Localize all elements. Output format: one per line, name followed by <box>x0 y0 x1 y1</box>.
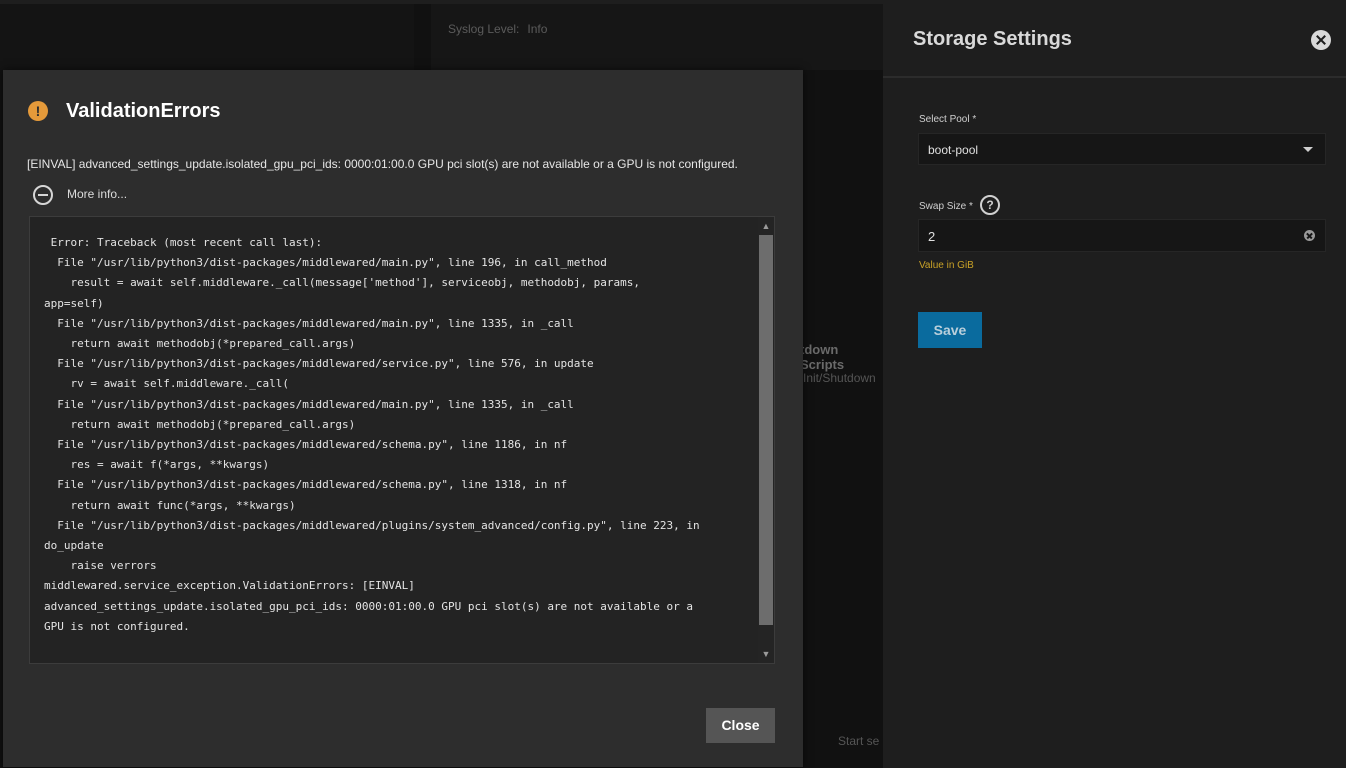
panel-title: Storage Settings <box>913 28 1072 50</box>
swap-label: Swap Size * <box>919 201 973 212</box>
close-button[interactable]: Close <box>706 708 775 743</box>
syslog-label: Syslog Level: <box>448 22 520 36</box>
minus-circle-icon[interactable] <box>33 185 53 205</box>
error-message: [EINVAL] advanced_settings_update.isolat… <box>27 157 738 171</box>
close-icon[interactable] <box>1311 30 1331 50</box>
pool-label: Select Pool * <box>919 114 977 125</box>
background-card <box>431 4 883 70</box>
background-scripts-subtitle: Init/Shutdown <box>803 371 876 385</box>
swap-size-value: 2 <box>928 229 936 244</box>
swap-size-hint: Value in GiB <box>919 260 974 271</box>
chevron-down-icon <box>1303 147 1313 152</box>
storage-settings-panel: Storage Settings Select Pool * boot-pool… <box>883 0 1346 768</box>
pool-select[interactable]: boot-pool <box>918 133 1326 165</box>
scroll-down-icon[interactable]: ▼ <box>761 649 771 659</box>
syslog-value: Info <box>527 22 548 36</box>
validation-errors-dialog: ! ValidationErrors [EINVAL] advanced_set… <box>3 70 803 767</box>
warning-icon: ! <box>28 101 48 121</box>
save-button[interactable]: Save <box>918 312 982 348</box>
more-info-toggle[interactable]: More info... <box>67 187 127 201</box>
scroll-up-icon[interactable]: ▲ <box>761 221 771 231</box>
background-scripts-title: tdown Scripts <box>800 342 845 372</box>
pool-select-value: boot-pool <box>928 143 979 157</box>
background-start-text: Start se <box>838 734 880 748</box>
background-card <box>0 4 414 70</box>
panel-header: Storage Settings <box>883 0 1346 78</box>
scrollbar[interactable]: ▲ ▼ <box>758 217 774 663</box>
traceback-box[interactable]: Error: Traceback (most recent call last)… <box>29 216 775 664</box>
syslog-level: Syslog Level: Info <box>448 22 547 36</box>
dialog-title: ValidationErrors <box>66 100 221 122</box>
traceback-text: Error: Traceback (most recent call last)… <box>44 236 700 633</box>
scrollbar-thumb[interactable] <box>759 235 773 625</box>
help-icon[interactable]: ? <box>980 195 1000 215</box>
clear-icon[interactable] <box>1304 230 1315 241</box>
swap-size-input[interactable]: 2 <box>918 219 1326 252</box>
